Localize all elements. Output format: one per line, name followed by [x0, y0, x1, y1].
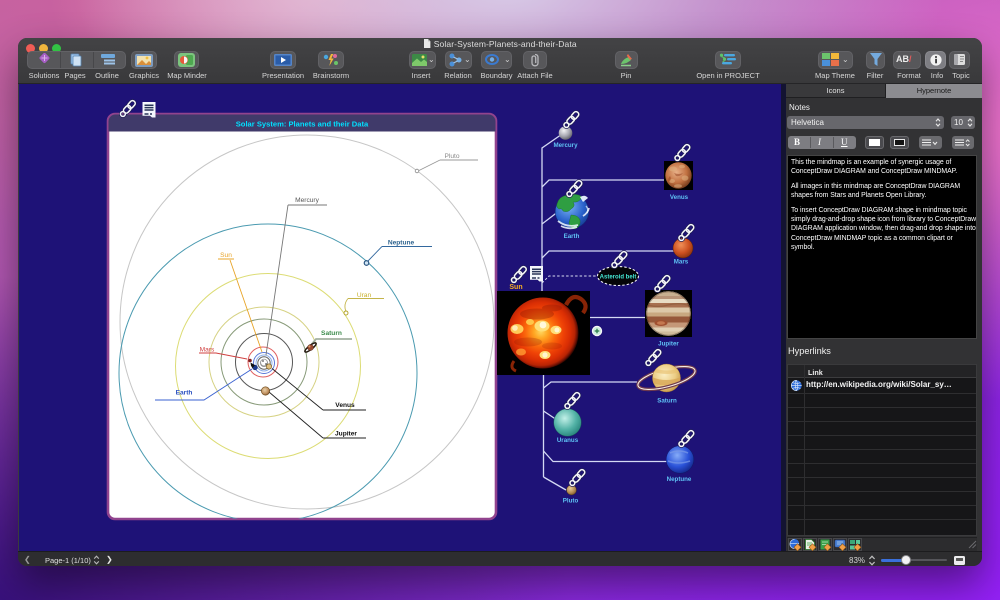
svg-text:Pluto: Pluto — [563, 498, 579, 505]
svg-text:Mercury: Mercury — [295, 197, 320, 204]
svg-text:Jupiter: Jupiter — [335, 431, 357, 438]
svg-text:Solar System: Planets and thei: Solar System: Planets and their Data — [236, 120, 369, 129]
svg-text:Neptune: Neptune — [388, 240, 415, 247]
svg-text:Pluto: Pluto — [444, 153, 459, 160]
svg-text:Asteroid belt: Asteroid belt — [600, 275, 637, 281]
svg-text:Saturn: Saturn — [657, 398, 677, 405]
svg-text:Uran: Uran — [357, 292, 372, 299]
svg-text:Sun: Sun — [220, 252, 232, 259]
svg-text:Uranus: Uranus — [557, 437, 579, 444]
svg-text:Mars: Mars — [200, 347, 215, 354]
svg-text:Mars: Mars — [674, 259, 689, 266]
svg-text:Venus: Venus — [335, 402, 355, 409]
svg-text:Neptune: Neptune — [667, 476, 692, 483]
svg-text:Sun: Sun — [509, 284, 522, 291]
svg-text:Jupiter: Jupiter — [658, 341, 679, 348]
svg-text:Venus: Venus — [670, 194, 689, 201]
svg-text:Earth: Earth — [176, 390, 193, 397]
svg-text:Earth: Earth — [564, 233, 580, 240]
svg-text:Mercury: Mercury — [553, 142, 578, 149]
svg-text:Saturn: Saturn — [321, 330, 342, 337]
